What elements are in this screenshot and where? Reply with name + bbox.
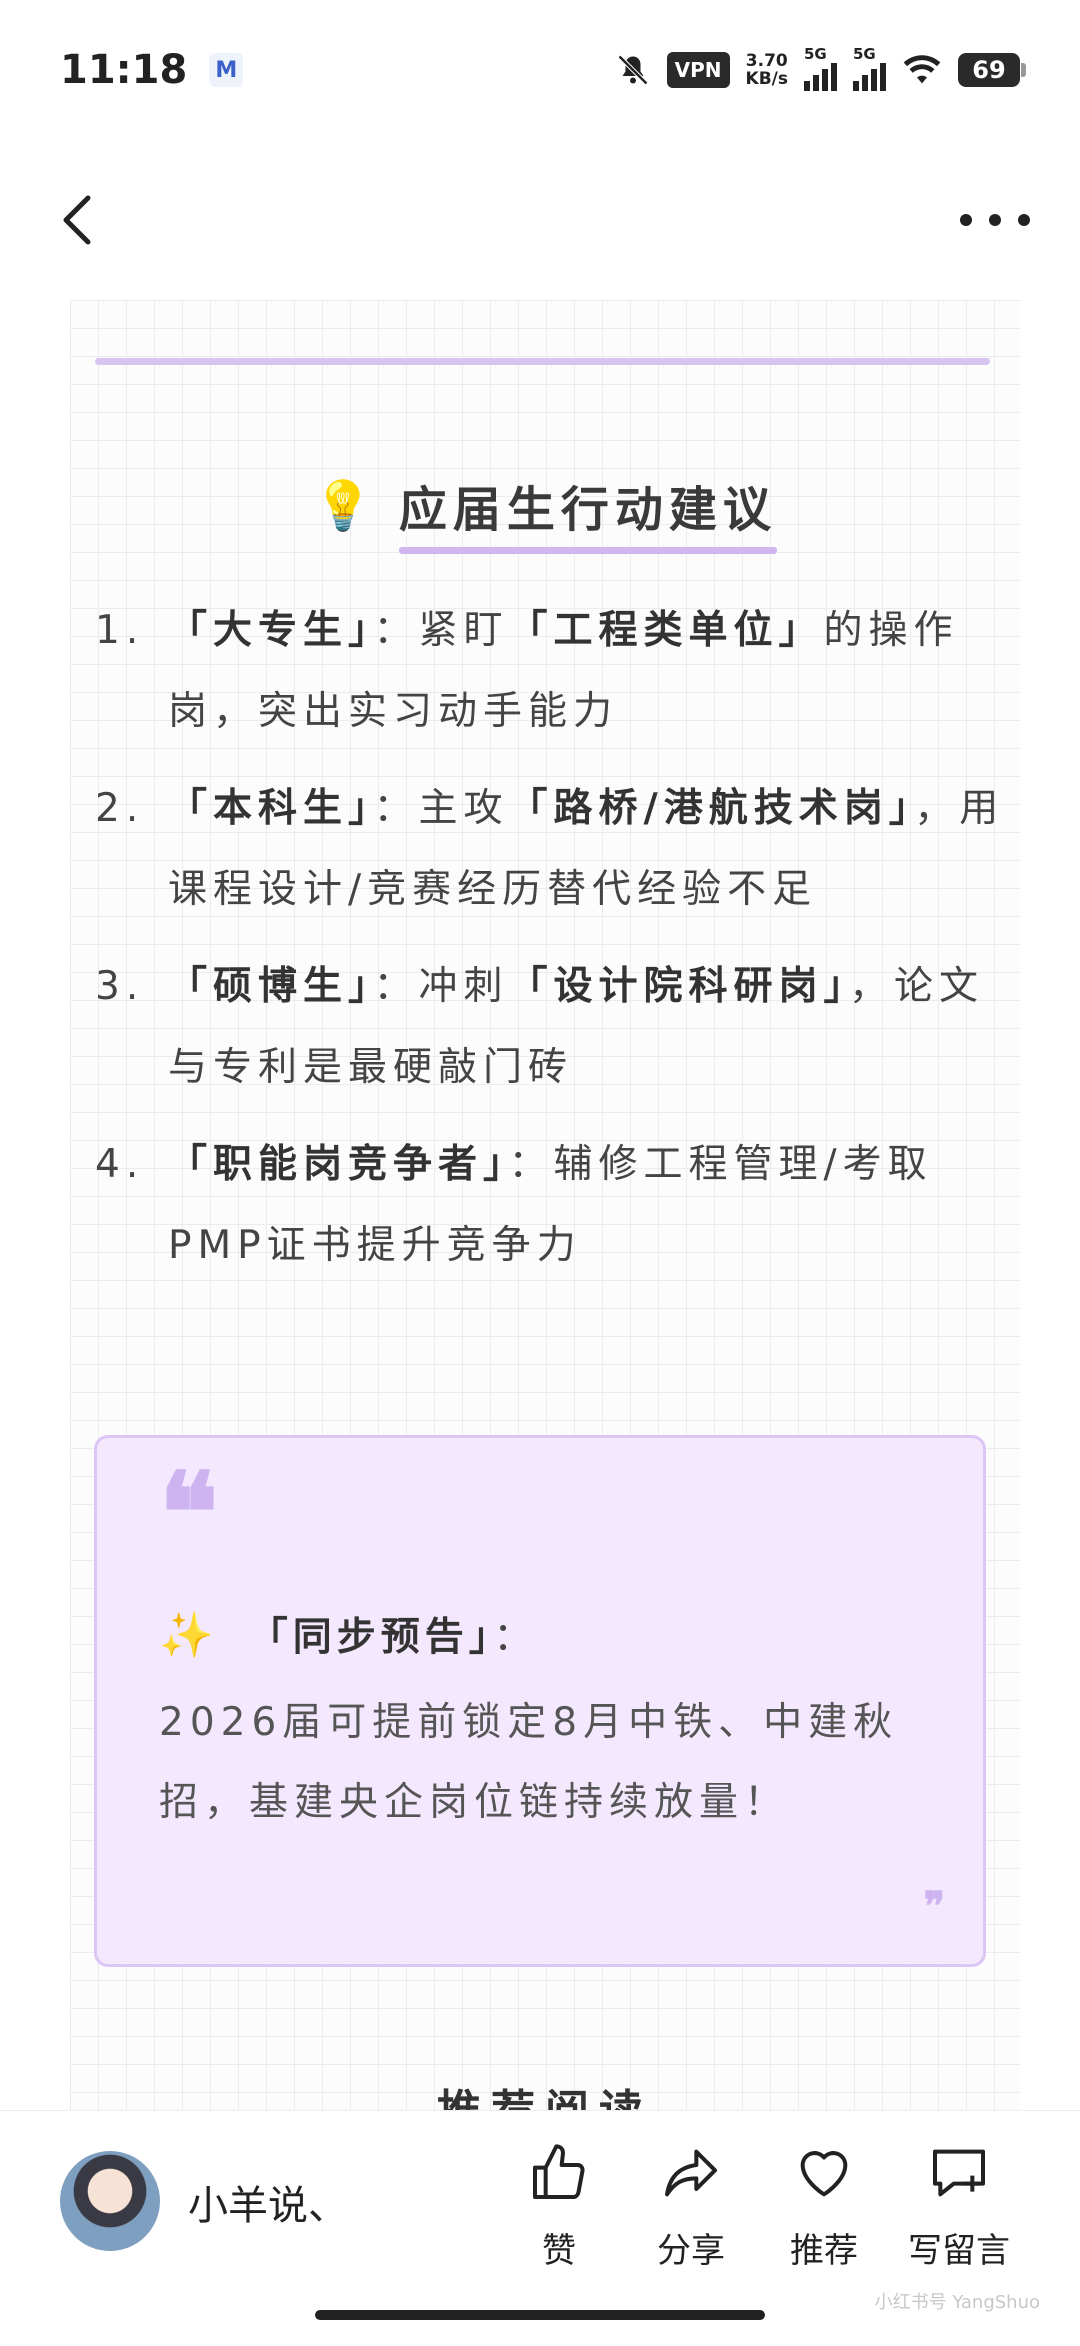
recommend-button[interactable]: 推荐 [790,2141,858,2272]
home-indicator[interactable] [315,2310,765,2320]
net-speed-unit: KB/s [745,69,788,89]
list-bold: 「职能岗竞争者」 [168,1142,509,1187]
divider [95,358,990,365]
sim1-label: 5G [804,45,827,63]
avatar[interactable] [60,2151,160,2251]
net-speed: 3.70 KB/s [746,52,788,88]
thumbs-up-icon [533,2144,585,2199]
author-name[interactable]: 小羊说、 [188,2173,348,2231]
sparkle-icon: ✨ [159,1610,219,1661]
quote-open-icon: ❝ [159,1448,219,1577]
heart-icon [800,2151,848,2197]
status-bar: 11:18 M VPN 3.70 KB/s 5G 5G 69 [0,0,1080,140]
top-nav [0,170,1080,270]
status-icons: VPN 3.70 KB/s 5G 5G 69 [615,45,1026,91]
callout-body: 2026届可提前锁定8月中铁、中建秋招，基建央企岗位链持续放量！ [159,1700,899,1825]
share-arrow-icon [665,2149,717,2197]
net-speed-value: 3.70 [745,51,788,71]
list-bold: 「大专生」 [168,608,374,653]
watermark: 小红书号 YangShuo [874,2292,1040,2313]
quote-close-icon: ❞ [923,1883,945,1930]
list-text: ：冲刺 [373,964,509,1009]
list-number: 2. [95,786,145,831]
vpn-badge: VPN [666,52,730,88]
chevron-left-icon [63,195,91,245]
wifi-icon [903,55,941,84]
title-underline [398,547,777,554]
share-button[interactable]: 分享 [657,2141,725,2272]
list-item: 1. 「大专生」：紧盯「工程类单位」的操作岗，突出实习动手能力 [95,590,1005,752]
battery-icon: 69 [958,53,1026,87]
lightbulb-icon: 💡 [313,477,373,534]
comment-add-icon [933,2149,985,2197]
like-label: 赞 [542,2231,576,2271]
list-bold: 「设计院科研岗」 [508,964,850,1009]
list-bold: 「路桥/港航技术岗」 [508,786,915,831]
recommend-heading: 推荐阅读 [70,2075,1020,2111]
list-number: 4. [95,1142,145,1187]
list-number: 1. [95,608,145,653]
list-item: 3. 「硕博生」：冲刺「设计院科研岗」，论文与专利是最硬敲门砖 [95,946,1005,1108]
section-title-text: 应届生行动建议 [398,470,777,554]
like-button[interactable]: 赞 [527,2141,591,2272]
ellipsis-icon-dot [989,214,1001,226]
article-content: 💡 应届生行动建议 1. 「大专生」：紧盯「工程类单位」的操作岗，突出实习动手能力… [70,300,1020,2111]
callout-box: ❝ ✨ 「同步预告」： 2026届可提前锁定8月中铁、中建秋招，基建央企岗位链持续… [94,1435,986,1967]
list-text: ：主攻 [373,786,509,831]
callout-head-text: 「同步预告」 [248,1615,494,1660]
more-button[interactable] [960,200,1030,240]
ellipsis-icon-dot [1018,214,1030,226]
callout-heading: ✨ 「同步预告」： [159,1610,538,1661]
section-title: 💡 应届生行动建议 [70,470,1020,554]
list-bold: 「硕博生」 [168,964,374,1009]
signal-icon: 5G [804,45,837,91]
ellipsis-icon-dot [960,214,972,226]
signal-icon-2: 5G [853,45,886,91]
list-bold: 「工程类单位」 [508,608,824,653]
status-time: 11:18 [60,47,188,93]
list-bold: 「本科生」 [168,786,374,831]
share-label: 分享 [657,2231,725,2271]
back-button[interactable] [50,190,110,250]
list-item: 4. 「职能岗竞争者」：辅修工程管理/考取PMP证书提升竞争力 [95,1124,1005,1286]
comment-label: 写留言 [908,2231,1010,2271]
sim2-label: 5G [853,45,876,63]
comment-button[interactable]: 写留言 [908,2141,1010,2272]
action-list: 1. 「大专生」：紧盯「工程类单位」的操作岗，突出实习动手能力 2. 「本科生」：主… [95,590,1005,1302]
mute-bell-icon [617,54,648,86]
app-notification-icon: M [209,53,244,87]
recommend-label: 推荐 [790,2231,858,2271]
list-number: 3. [95,964,145,1009]
list-item: 2. 「本科生」：主攻「路桥/港航技术岗」，用课程设计/竞赛经历替代经验不足 [95,768,1005,930]
list-text: ：紧盯 [373,608,509,653]
